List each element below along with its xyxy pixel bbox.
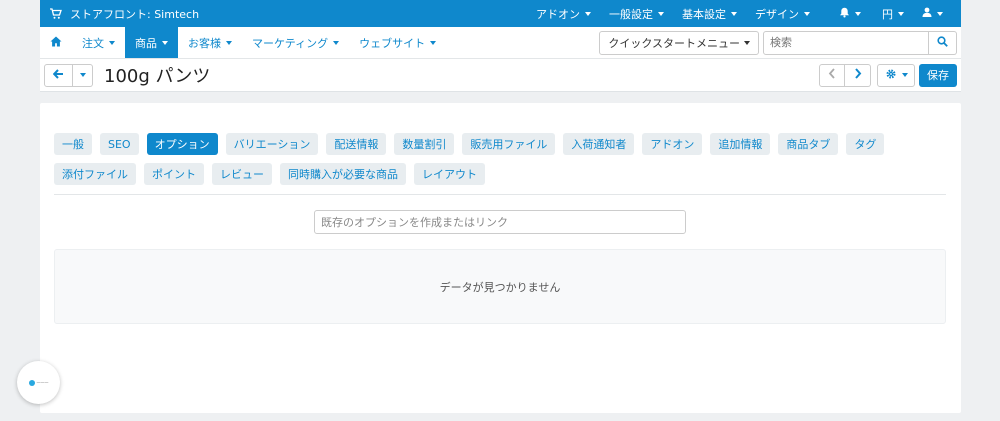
chevron-down-icon bbox=[109, 40, 115, 45]
option-select-input[interactable]: 既存のオプションを作成またはリンク bbox=[314, 210, 686, 234]
chevron-left-icon bbox=[828, 68, 836, 82]
product-tabs: 一般 SEO オプション バリエーション 配送情報 数量割引 販売用ファイル 入… bbox=[54, 133, 946, 185]
chevron-down-icon bbox=[937, 11, 943, 16]
tab-quantity-discounts[interactable]: 数量割引 bbox=[394, 133, 455, 155]
home-icon bbox=[50, 36, 62, 50]
nav-customers[interactable]: お客様 bbox=[178, 27, 242, 58]
help-widget-button[interactable]: ——— bbox=[17, 361, 60, 404]
menu-design[interactable]: デザイン bbox=[746, 0, 819, 27]
tab-required-products[interactable]: 同時購入が必要な商品 bbox=[280, 163, 406, 185]
product-editor-card: 一般 SEO オプション バリエーション 配送情報 数量割引 販売用ファイル 入… bbox=[40, 103, 961, 413]
menu-general-settings[interactable]: 一般設定 bbox=[600, 0, 673, 27]
home-button[interactable] bbox=[40, 27, 72, 58]
storefront-label: ストアフロント: Simtech bbox=[70, 7, 200, 21]
tab-layout[interactable]: レイアウト bbox=[414, 163, 485, 185]
tab-additional-info[interactable]: 追加情報 bbox=[710, 133, 771, 155]
back-button[interactable] bbox=[44, 63, 73, 87]
search-input[interactable] bbox=[763, 30, 929, 55]
gear-icon bbox=[885, 68, 897, 83]
main-nav: 注文 商品 お客様 マーケティング ウェブサイト クイックスタートメニュー bbox=[40, 27, 961, 59]
save-button[interactable]: 保存 bbox=[919, 63, 957, 87]
top-bar: ストアフロント: Simtech アドオン 一般設定 基本設定 デザイン 円 bbox=[40, 0, 961, 27]
chevron-down-icon bbox=[744, 40, 750, 45]
currency-menu[interactable]: 円 bbox=[873, 0, 913, 27]
tab-addons[interactable]: アドオン bbox=[642, 133, 703, 155]
tab-options[interactable]: オプション bbox=[146, 133, 218, 155]
chevron-down-icon bbox=[430, 40, 437, 45]
chevron-down-icon bbox=[898, 11, 904, 16]
nav-website[interactable]: ウェブサイト bbox=[349, 27, 446, 58]
page-title: 100g パンツ bbox=[104, 66, 211, 87]
quickstart-menu-button[interactable]: クイックスタートメニュー bbox=[599, 30, 759, 55]
chevron-down-icon bbox=[658, 11, 664, 16]
tab-general[interactable]: 一般 bbox=[54, 133, 92, 155]
tab-seo[interactable]: SEO bbox=[100, 133, 139, 155]
tab-variations[interactable]: バリエーション bbox=[225, 133, 319, 155]
bell-icon bbox=[839, 7, 850, 21]
tab-shipping[interactable]: 配送情報 bbox=[326, 133, 387, 155]
currency-label: 円 bbox=[882, 7, 893, 21]
menu-addons[interactable]: アドオン bbox=[527, 0, 600, 27]
arrow-left-icon bbox=[52, 68, 64, 82]
search-button[interactable] bbox=[929, 30, 957, 55]
tab-points[interactable]: ポイント bbox=[144, 163, 204, 185]
chevron-down-icon bbox=[855, 11, 861, 16]
back-history-dropdown[interactable] bbox=[73, 63, 93, 87]
tab-reviews[interactable]: レビュー bbox=[212, 163, 272, 185]
widget-logo-icon: ——— bbox=[28, 379, 49, 386]
tab-stock-subscribers[interactable]: 入荷通知者 bbox=[563, 133, 635, 155]
search-icon bbox=[937, 35, 948, 50]
cart-icon bbox=[50, 7, 62, 20]
user-menu[interactable] bbox=[913, 0, 961, 27]
chevron-right-icon bbox=[854, 68, 862, 82]
chevron-down-icon bbox=[804, 11, 810, 16]
tab-attachments[interactable]: 添付ファイル bbox=[54, 163, 136, 185]
nav-products[interactable]: 商品 bbox=[125, 27, 178, 58]
previous-product-button[interactable] bbox=[819, 63, 845, 87]
user-icon bbox=[922, 7, 932, 20]
divider bbox=[54, 194, 946, 195]
tab-product-tabs[interactable]: 商品タブ bbox=[778, 133, 839, 155]
nav-marketing[interactable]: マーケティング bbox=[242, 27, 349, 58]
chevron-down-icon bbox=[162, 40, 168, 45]
chevron-down-icon bbox=[585, 11, 591, 16]
empty-state: データが見つかりません bbox=[54, 249, 946, 324]
settings-dropdown-button[interactable] bbox=[877, 63, 915, 87]
menu-basic-settings[interactable]: 基本設定 bbox=[673, 0, 746, 27]
nav-orders[interactable]: 注文 bbox=[72, 27, 125, 58]
page-header: 100g パンツ 保存 bbox=[40, 59, 961, 92]
chevron-down-icon bbox=[226, 40, 232, 45]
chevron-down-icon bbox=[901, 73, 908, 77]
empty-state-message: データが見つかりません bbox=[439, 280, 561, 294]
chevron-down-icon bbox=[333, 40, 340, 45]
notifications-menu[interactable] bbox=[819, 0, 873, 27]
tab-tags[interactable]: タグ bbox=[846, 133, 885, 155]
next-product-button[interactable] bbox=[845, 63, 871, 87]
chevron-down-icon bbox=[731, 11, 737, 16]
chevron-down-icon bbox=[79, 73, 86, 77]
tab-files-for-sale[interactable]: 販売用ファイル bbox=[462, 133, 556, 155]
storefront-selector[interactable]: ストアフロント: Simtech bbox=[40, 6, 199, 22]
